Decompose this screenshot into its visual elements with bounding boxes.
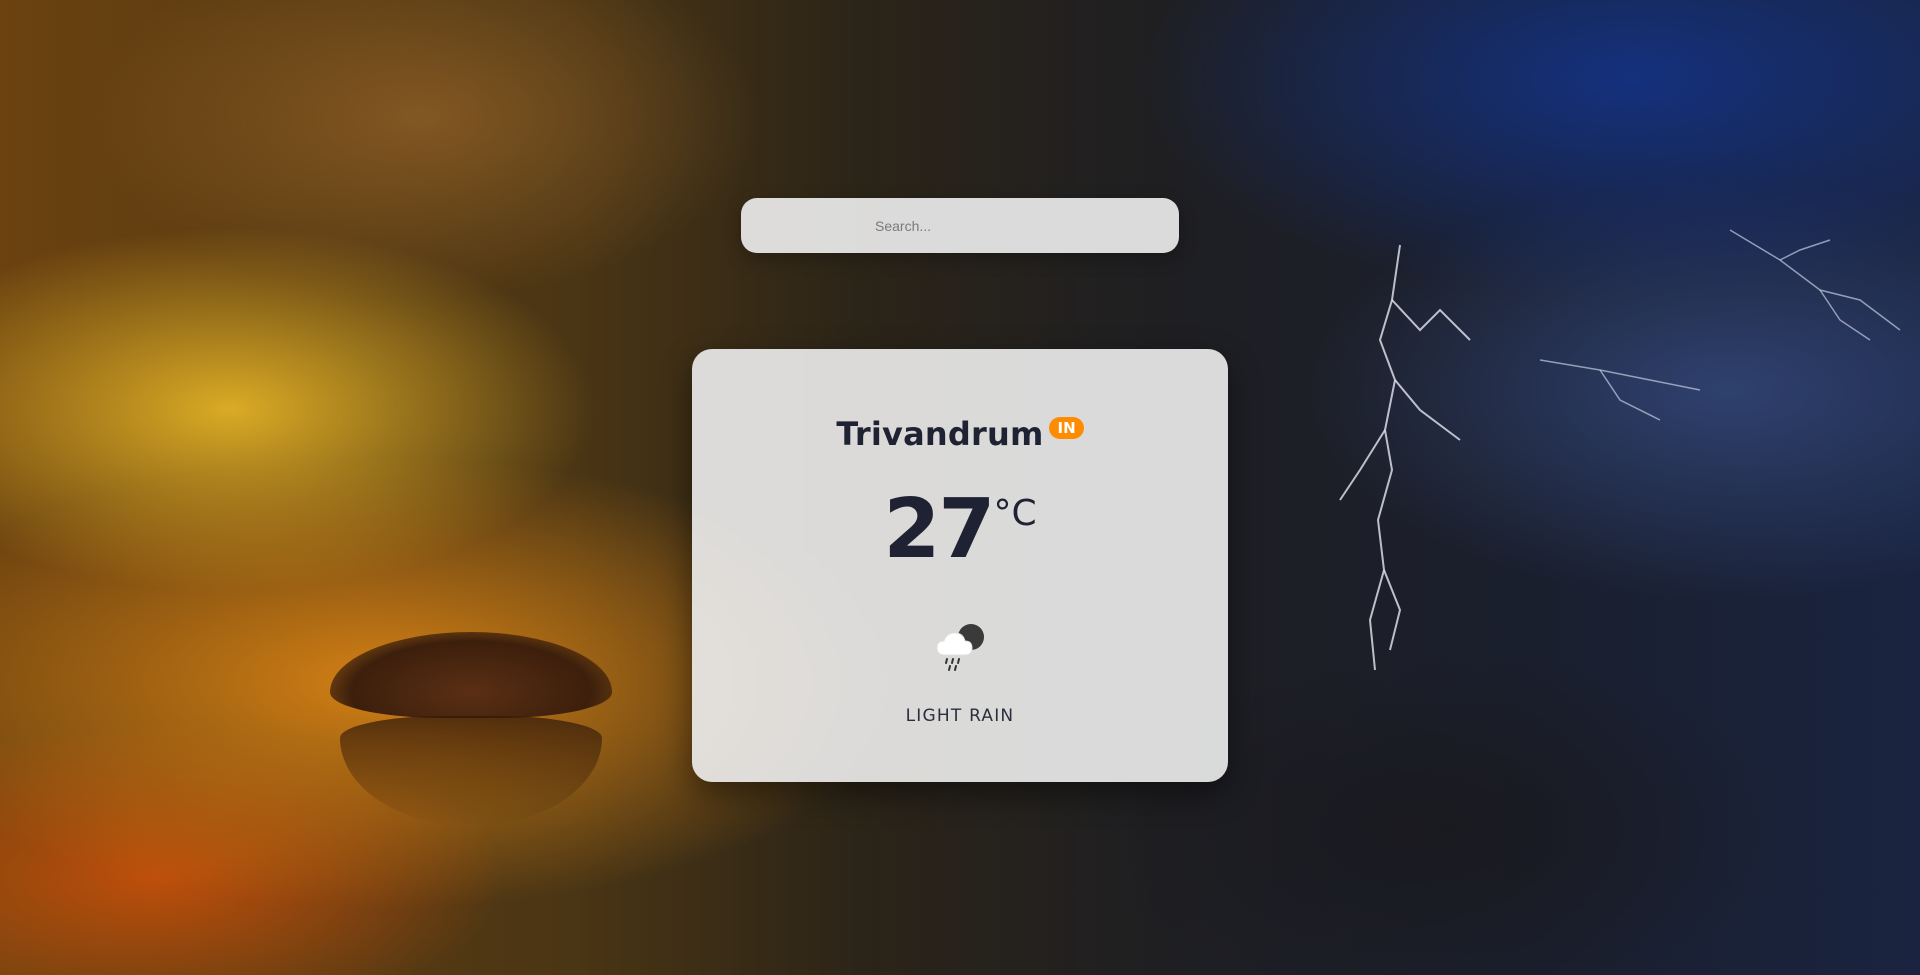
city-name: Trivandrum [836,415,1044,453]
search-bar [741,198,1179,253]
country-badge: IN [1049,417,1084,439]
search-input[interactable] [741,198,1179,253]
location-row: Trivandrum IN [692,415,1228,453]
night-light-rain-icon [931,619,989,673]
temperature-row: 27°C [692,489,1228,571]
weather-card: Trivandrum IN 27°C LIGHT RAIN [692,349,1228,782]
temperature-unit: °C [993,493,1037,534]
weather-description: LIGHT RAIN [905,706,1015,726]
temperature-value: 27 [883,482,995,577]
